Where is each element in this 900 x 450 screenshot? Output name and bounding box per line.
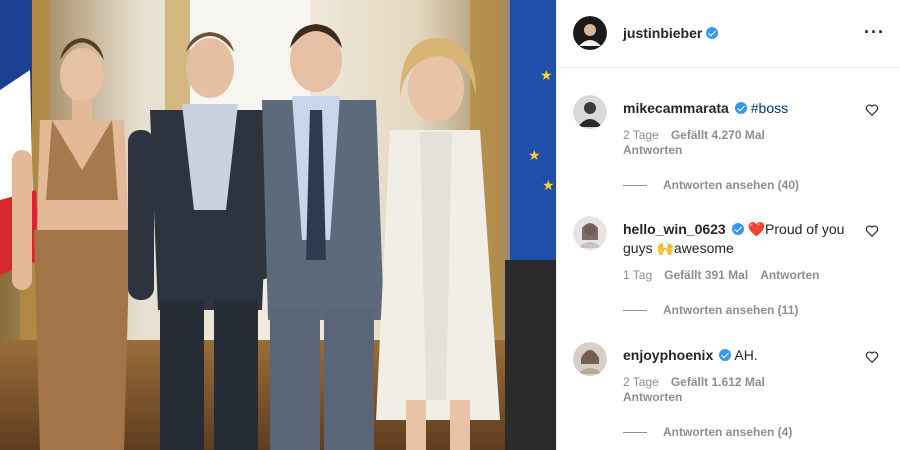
comment-text: mikecammarata #boss <box>623 99 853 118</box>
commenter-avatar[interactable] <box>573 95 607 129</box>
view-replies-button[interactable]: Antworten ansehen (11) <box>623 303 798 317</box>
author-avatar[interactable] <box>573 16 607 50</box>
verified-badge-icon <box>731 223 744 235</box>
verified-badge-icon <box>719 349 732 361</box>
comment-text: enjoyphoenix AH. <box>623 346 853 365</box>
commenter-username[interactable]: mikecammarata <box>623 100 729 116</box>
svg-text:★: ★ <box>528 147 541 163</box>
reply-button[interactable]: Antworten <box>760 268 819 282</box>
svg-text:★: ★ <box>542 177 555 193</box>
svg-text:★: ★ <box>540 67 553 83</box>
comment-body: AH. <box>734 347 758 363</box>
replies-divider <box>623 431 647 433</box>
comment-meta: 1 Tag Gefällt 391 Mal Antworten <box>623 268 832 283</box>
commenter-avatar-image <box>573 216 607 250</box>
comment-likes[interactable]: Gefällt 4.270 Mal <box>671 128 765 142</box>
author-username-text[interactable]: justinbieber <box>623 25 702 41</box>
comment-meta: 2 Tage Gefällt 4.270 Mal Antworten <box>623 128 777 158</box>
raising-hands-emoji: 🙌 <box>656 240 674 256</box>
replies-divider <box>623 309 647 311</box>
view-replies-label[interactable]: Antworten ansehen (40) <box>663 178 799 192</box>
post-side-panel: justinbieber ··· mikecammarata #boss 2 T… <box>556 0 900 450</box>
reply-button[interactable]: Antworten <box>623 143 682 157</box>
like-heart-icon[interactable] <box>865 224 879 238</box>
replies-divider <box>623 184 647 186</box>
more-options-icon[interactable]: ··· <box>864 22 885 43</box>
reply-button[interactable]: Antworten <box>623 390 682 404</box>
post-photo[interactable]: ★ ★ ★ <box>0 0 556 450</box>
comment-hashtag[interactable]: #boss <box>751 100 788 116</box>
commenter-avatar-image <box>573 95 607 129</box>
verified-badge-icon <box>734 102 747 114</box>
like-heart-icon[interactable] <box>865 350 879 364</box>
view-replies-label[interactable]: Antworten ansehen (11) <box>663 303 798 317</box>
author-username[interactable]: justinbieber <box>623 25 719 41</box>
commenter-username[interactable]: hello_win_0623 <box>623 221 726 237</box>
commenter-avatar[interactable] <box>573 216 607 250</box>
commenter-username[interactable]: enjoyphoenix <box>623 347 713 363</box>
post-header: justinbieber ··· <box>557 0 900 68</box>
view-replies-label[interactable]: Antworten ansehen (4) <box>663 425 792 439</box>
comment-age[interactable]: 2 Tage <box>623 128 659 142</box>
view-replies-button[interactable]: Antworten ansehen (40) <box>623 178 799 192</box>
comment-meta: 2 Tage Gefällt 1.612 Mal Antworten <box>623 375 777 405</box>
instagram-post-view: ★ ★ ★ justinbieber ··· mikecammarata #bo… <box>0 0 900 450</box>
red-heart-emoji: ❤️ <box>747 221 766 237</box>
post-photo-image: ★ ★ ★ <box>0 0 556 450</box>
author-avatar-image <box>573 16 607 50</box>
comment-likes[interactable]: Gefällt 391 Mal <box>664 268 748 282</box>
comment-age[interactable]: 2 Tage <box>623 375 659 389</box>
commenter-avatar-image <box>573 342 607 376</box>
comment-age[interactable]: 1 Tag <box>623 268 652 282</box>
comment-text: hello_win_0623 ❤️Proud of you guys 🙌awes… <box>623 220 853 258</box>
comment-likes[interactable]: Gefällt 1.612 Mal <box>671 375 765 389</box>
comment-body-2: awesome <box>673 240 734 256</box>
commenter-avatar[interactable] <box>573 342 607 376</box>
verified-badge-icon <box>706 27 719 39</box>
view-replies-button[interactable]: Antworten ansehen (4) <box>623 425 792 439</box>
like-heart-icon[interactable] <box>865 103 879 117</box>
